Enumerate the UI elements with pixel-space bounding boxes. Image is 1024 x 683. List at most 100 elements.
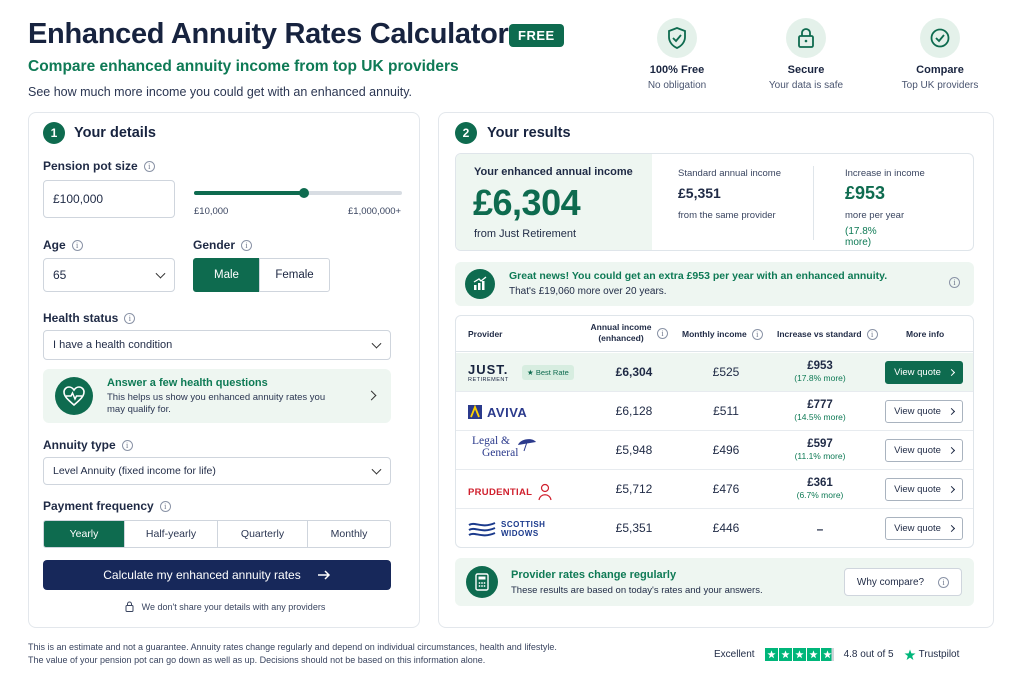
rating-stars [764, 648, 834, 661]
increase-cell: £597 (11.1% more) [776, 438, 864, 461]
health-questions-card[interactable]: Answer a few health questions This helps… [43, 369, 391, 423]
results-title: Your results [487, 125, 571, 141]
annuity-type-select[interactable]: Level Annuity (fixed income for life) [43, 457, 391, 485]
view-quote-label: View quote [894, 406, 941, 417]
annual-income-cell: £5,351 [615, 521, 653, 535]
info-icon[interactable]: i [241, 239, 253, 251]
rates-notice: Provider rates change regularly These re… [455, 558, 974, 606]
great-news-banner: Great news! You could get an extra £953 … [455, 262, 974, 306]
freq-monthly-button[interactable]: Monthly [308, 521, 390, 547]
slider-max-label: £1,000,000+ [348, 206, 402, 217]
chevron-right-icon [366, 390, 377, 401]
calculate-button[interactable]: Calculate my enhanced annuity rates [43, 560, 391, 590]
age-label: Age i [43, 238, 83, 252]
freq-half-yearly-button[interactable]: Half-yearly [125, 521, 218, 547]
chevron-right-icon [947, 407, 955, 416]
column-annual-text: Annual income (enhanced) [590, 322, 652, 343]
pension-pot-input[interactable]: £100,000 [43, 180, 175, 218]
slider-thumb[interactable] [299, 188, 310, 198]
provider-table: Provider Annual income (enhanced) i Mont… [455, 315, 974, 548]
monthly-income-cell: £476 [712, 482, 740, 496]
increase-income-value: £953 [845, 183, 886, 203]
increase-value: £953 [807, 360, 833, 372]
trustpilot-rating: Excellent 4.8 out of 5 Trustpilot [714, 648, 959, 661]
age-label-text: Age [43, 238, 66, 252]
free-badge: FREE [509, 24, 564, 47]
increase-value: – [816, 522, 824, 536]
why-compare-button[interactable]: Why compare? i [844, 568, 962, 596]
table-row: SCOTTISH WIDOWS £5,351 £446 – View quote [456, 509, 973, 547]
info-icon[interactable]: i [71, 239, 83, 251]
age-value: 65 [53, 268, 67, 282]
gender-female-button[interactable]: Female [259, 258, 330, 292]
pension-label-text: Pension pot size [43, 159, 138, 173]
increase-income-pct: (17.8% more) [845, 226, 877, 248]
logo-sub: General [482, 447, 519, 459]
view-quote-button[interactable]: View quote [885, 400, 963, 423]
info-icon[interactable]: i [949, 277, 960, 288]
shield-check-icon [657, 18, 697, 58]
feature-title: 100% Free [649, 64, 705, 76]
annual-income-cell: £6,128 [615, 404, 653, 418]
details-title: Your details [74, 125, 156, 141]
feature-subtitle: No obligation [647, 80, 707, 91]
pension-slider[interactable] [194, 188, 402, 198]
monthly-income-cell: £511 [713, 404, 739, 418]
chevron-down-icon [371, 338, 382, 349]
freq-quarterly-button[interactable]: Quarterly [218, 521, 308, 547]
info-icon[interactable]: i [124, 312, 136, 324]
info-icon[interactable]: i [657, 327, 668, 339]
increase-cell: £777 (14.5% more) [776, 399, 864, 422]
pension-pot-value: £100,000 [53, 192, 104, 206]
best-rate-badge: ★ Best Rate [522, 365, 574, 380]
logo-sub: RETIREMENT [468, 377, 509, 383]
health-card-text: This helps us show you enhanced annuity … [107, 392, 326, 415]
enhanced-income-card: Your enhanced annual income £6,304 from … [456, 154, 652, 250]
info-icon[interactable]: i [751, 329, 763, 340]
view-quote-button[interactable]: View quote [885, 439, 963, 462]
feature-free: 100% Free No obligation [622, 18, 732, 91]
star-icon [904, 649, 916, 660]
rates-notice-text: These results are based on today's rates… [511, 585, 763, 596]
page-subtitle: Compare enhanced annuity income from top… [28, 58, 459, 75]
health-status-select[interactable]: I have a health condition [43, 330, 391, 360]
freq-yearly-button[interactable]: Yearly [44, 521, 125, 547]
info-icon[interactable]: i [159, 500, 171, 512]
age-select[interactable]: 65 [43, 258, 175, 292]
view-quote-button[interactable]: View quote [885, 478, 963, 501]
table-header: Provider Annual income (enhanced) i Mont… [456, 316, 973, 352]
logo-main: JUST. [468, 362, 509, 377]
annual-income-cell: £5,948 [615, 443, 653, 457]
chevron-right-icon [947, 446, 955, 455]
gender-male-button[interactable]: Male [193, 258, 260, 292]
column-increase: Increase vs standard i [777, 329, 878, 340]
annuity-type-value: Level Annuity (fixed income for life) [53, 465, 216, 477]
view-quote-button[interactable]: View quote [885, 517, 963, 540]
increase-pct: (14.5% more) [794, 412, 846, 422]
results-panel: 2 Your results Your enhanced annual inco… [438, 112, 994, 628]
view-quote-label: View quote [894, 523, 941, 534]
chevron-down-icon [155, 268, 166, 279]
rating-score: 4.8 out of 5 [843, 649, 894, 660]
prudence-figure-icon [538, 483, 552, 501]
gender-label: Gender i [193, 238, 253, 252]
results-summary: Your enhanced annual income £6,304 from … [455, 153, 974, 251]
info-icon[interactable]: i [143, 160, 155, 172]
privacy-text: We don't share your details with any pro… [141, 601, 326, 612]
rating-star-icon [778, 648, 792, 661]
view-quote-button[interactable]: View quote [885, 361, 963, 384]
calculate-button-label: Calculate my enhanced annuity rates [103, 568, 301, 582]
annuity-type-label-text: Annuity type [43, 438, 116, 452]
page-tagline: See how much more income you could get w… [28, 85, 413, 99]
slider-fill [194, 191, 305, 195]
legal-general-logo: Legal & General [472, 435, 518, 461]
gender-label-text: Gender [193, 238, 236, 252]
info-icon[interactable]: i [866, 329, 878, 340]
info-icon[interactable]: i [121, 439, 133, 451]
just-retirement-logo: JUST. RETIREMENT [468, 360, 509, 386]
feature-secure: Secure Your data is safe [751, 18, 861, 91]
aviva-logo: AVIVA [468, 399, 527, 425]
health-label-text: Health status [43, 311, 119, 325]
logo-main: PRUDENTIAL [468, 486, 533, 498]
step-number: 2 [455, 122, 477, 144]
